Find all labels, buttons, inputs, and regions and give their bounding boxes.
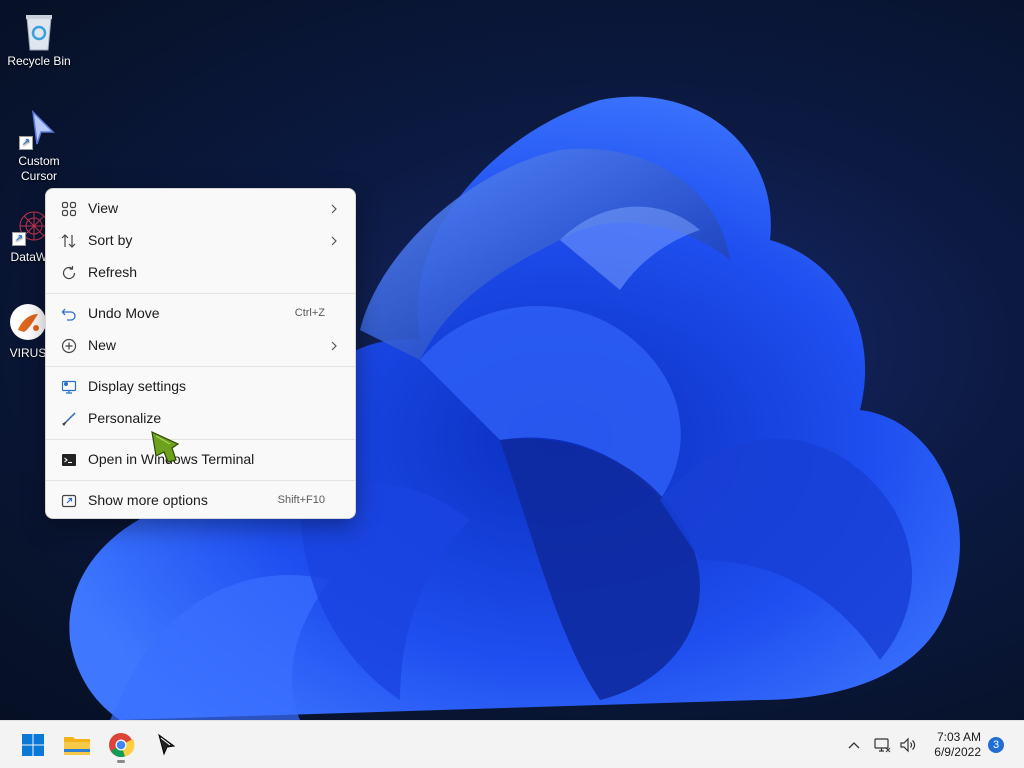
menu-item-label: Sort by — [88, 232, 133, 248]
refresh-icon — [62, 266, 76, 280]
notification-badge[interactable]: 3 — [988, 737, 1004, 753]
menu-item-open-terminal[interactable]: Open in Windows Terminal — [50, 445, 351, 475]
custom-cursor-taskbar-button[interactable] — [150, 729, 182, 761]
menu-item-sort-by[interactable]: Sort by — [50, 226, 351, 256]
shortcut-arrow-icon: ↗ — [19, 136, 33, 150]
chevron-right-icon — [331, 236, 337, 246]
desktop-icon-label: Custom Cursor — [18, 154, 60, 183]
terminal-icon — [62, 454, 76, 466]
keyboard-shortcut: Ctrl+Z — [294, 307, 325, 319]
display-icon — [61, 380, 77, 394]
menu-separator — [46, 293, 355, 294]
shortcut-arrow-icon: ↗ — [12, 232, 26, 246]
chrome-button[interactable] — [105, 729, 137, 763]
clock[interactable]: 7:03 AM 6/9/2022 — [934, 730, 981, 760]
menu-item-label: Undo Move — [88, 305, 160, 321]
chevron-right-icon — [331, 204, 337, 214]
menu-item-label: Personalize — [88, 410, 162, 426]
running-indicator — [117, 760, 125, 763]
keyboard-shortcut: Shift+F10 — [277, 494, 325, 506]
menu-item-refresh[interactable]: Refresh — [50, 258, 351, 288]
clock-date: 6/9/2022 — [934, 745, 981, 759]
windows-logo-icon — [22, 734, 44, 756]
network-icon[interactable] — [872, 735, 892, 755]
start-button[interactable] — [17, 729, 49, 761]
grid-icon — [61, 201, 77, 217]
recycle-bin-icon — [19, 10, 59, 51]
chrome-icon — [109, 733, 135, 758]
taskbar: 7:03 AM 6/9/2022 3 — [0, 720, 1024, 768]
mouse-cursor-icon — [151, 430, 180, 463]
brush-icon — [62, 412, 76, 426]
menu-item-undo-move[interactable]: Undo Move Ctrl+Z — [50, 299, 351, 329]
menu-item-label: Display settings — [88, 378, 187, 394]
file-explorer-button[interactable] — [61, 729, 93, 761]
menu-item-display-settings[interactable]: Display settings — [50, 372, 351, 402]
menu-separator — [46, 366, 355, 367]
volume-icon[interactable] — [898, 735, 918, 755]
menu-item-personalize[interactable]: Personalize — [50, 404, 351, 434]
custom-cursor-icon: ↗ — [19, 109, 59, 150]
custom-cursor-shortcut[interactable]: ↗ Custom Cursor — [1, 109, 77, 184]
chevron-right-icon — [331, 341, 337, 351]
share-icon — [61, 494, 77, 508]
menu-item-view[interactable]: View — [50, 194, 351, 224]
virus-app-icon — [8, 302, 48, 342]
desktop-context-menu: View Sort by Refresh Undo Move Ctrl+Z Ne… — [45, 188, 356, 519]
menu-item-label: Refresh — [88, 264, 138, 280]
folder-icon — [64, 737, 90, 755]
recycle-bin-shortcut[interactable]: Recycle Bin — [1, 10, 77, 69]
cursor-icon — [158, 733, 176, 756]
menu-item-new[interactable]: New — [50, 331, 351, 361]
sort-icon — [61, 234, 76, 248]
menu-separator — [46, 480, 355, 481]
menu-item-label: View — [88, 200, 119, 216]
menu-item-label: New — [88, 337, 117, 353]
menu-separator — [46, 439, 355, 440]
undo-icon — [61, 308, 76, 321]
plus-circle-icon — [61, 338, 77, 354]
menu-item-label: Show more options — [88, 492, 208, 508]
clock-time: 7:03 AM — [936, 730, 981, 744]
chevron-up-icon[interactable] — [846, 735, 862, 755]
desktop-icon-label: Recycle Bin — [7, 54, 71, 68]
menu-item-show-more-options[interactable]: Show more options Shift+F10 — [50, 486, 351, 516]
